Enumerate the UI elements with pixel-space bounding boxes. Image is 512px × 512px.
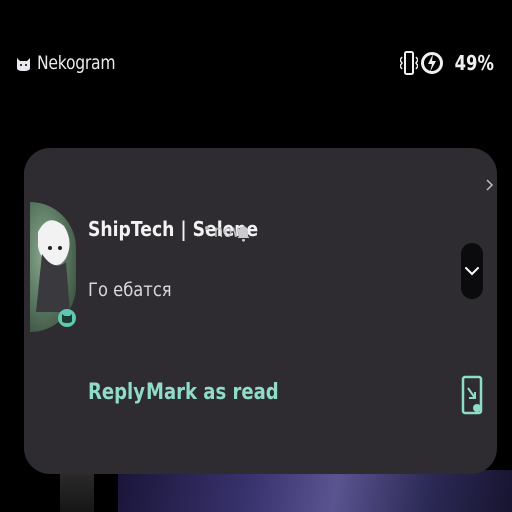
vibrate-icon: [400, 51, 419, 75]
expand-button[interactable]: [461, 243, 483, 299]
notification-card[interactable]: [24, 148, 497, 474]
cat-icon: [17, 57, 30, 71]
edge-handle-icon: [486, 179, 494, 191]
bubble-icon[interactable]: [461, 374, 483, 416]
mark-as-read-button[interactable]: Mark as read: [146, 380, 279, 405]
reply-button[interactable]: Reply: [88, 380, 145, 405]
background-image: [118, 470, 512, 512]
notification-message: Го ебатся: [88, 279, 172, 301]
separator-dot: [205, 226, 209, 230]
app-identity: Nekogram: [16, 52, 132, 74]
bell-icon: [237, 226, 250, 242]
app-badge-icon: [58, 309, 76, 327]
app-name: Nekogram: [37, 52, 116, 74]
status-indicators: 49%: [400, 48, 494, 78]
background-photo: [60, 472, 94, 512]
battery-charging-icon: [421, 52, 444, 74]
chevron-down-icon: [465, 267, 479, 276]
status-bar: Nekogram 49%: [0, 0, 512, 120]
battery-percent: 49%: [454, 51, 494, 75]
